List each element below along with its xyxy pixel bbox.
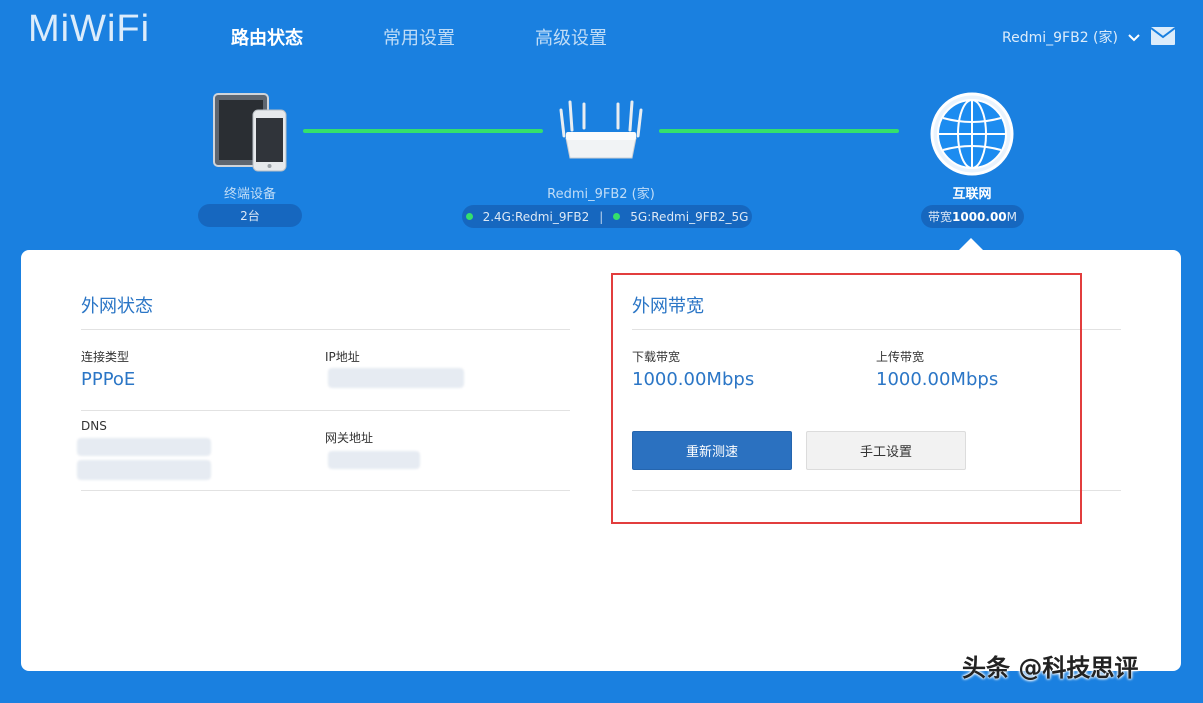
divider	[81, 410, 570, 411]
chevron-down-icon	[1128, 30, 1141, 46]
miwifi-logo[interactable]: MiWiFi	[28, 8, 150, 51]
connection-type-value: PPPoE	[81, 369, 136, 390]
wifi-ssid-badge[interactable]: 2.4G:Redmi_9FB2 | 5G:Redmi_9FB2_5G	[462, 205, 752, 228]
gateway-label: 网关地址	[325, 431, 374, 445]
devices-label: 终端设备	[223, 187, 276, 202]
connection-type-label: 连接类型	[81, 350, 130, 364]
internet-bandwidth-badge[interactable]: 带宽 1000.00 M	[921, 205, 1024, 228]
account-menu[interactable]: Redmi_9FB2 (家)	[1002, 27, 1141, 47]
wifi-24-ssid: 2.4G:Redmi_9FB2	[482, 209, 590, 224]
dns-secondary-redacted	[77, 460, 211, 480]
divider	[81, 490, 570, 491]
nav-tab-common-settings[interactable]: 常用设置	[383, 24, 455, 50]
ip-address-label: IP地址	[325, 350, 360, 364]
dns-label: DNS	[81, 419, 107, 433]
nav-tab-advanced-settings[interactable]: 高级设置	[535, 24, 607, 50]
router-label: Redmi_9FB2 (家)	[547, 187, 655, 202]
wan-status-title: 外网状态	[81, 296, 153, 317]
wifi-24-status-dot	[465, 213, 473, 220]
mail-icon[interactable]	[1150, 27, 1176, 49]
ssid-separator: |	[599, 209, 604, 224]
router-internet-link	[659, 129, 899, 133]
account-name: Redmi_9FB2 (家)	[1002, 30, 1118, 46]
devices-count-badge[interactable]: 2台	[198, 204, 302, 227]
globe-icon[interactable]	[930, 92, 1014, 180]
devices-router-link	[303, 129, 543, 133]
divider	[81, 329, 570, 330]
ip-address-value-redacted	[328, 368, 464, 388]
wifi-5-status-dot	[613, 213, 621, 220]
internet-label: 互联网	[952, 187, 992, 202]
devices-icon[interactable]	[213, 93, 289, 177]
bandwidth-prefix: 带宽	[927, 210, 952, 224]
router-icon[interactable]	[558, 98, 644, 166]
bandwidth-unit: M	[1006, 209, 1018, 224]
wifi-5-ssid: 5G:Redmi_9FB2_5G	[630, 209, 749, 224]
gateway-value-redacted	[328, 451, 420, 469]
nav-tab-router-status[interactable]: 路由状态	[231, 24, 303, 50]
dns-primary-redacted	[77, 438, 211, 456]
highlight-annotation-box	[611, 273, 1082, 524]
bandwidth-value: 1000.00	[952, 209, 1007, 224]
watermark-text: 头条 @科技思评	[962, 654, 1139, 682]
